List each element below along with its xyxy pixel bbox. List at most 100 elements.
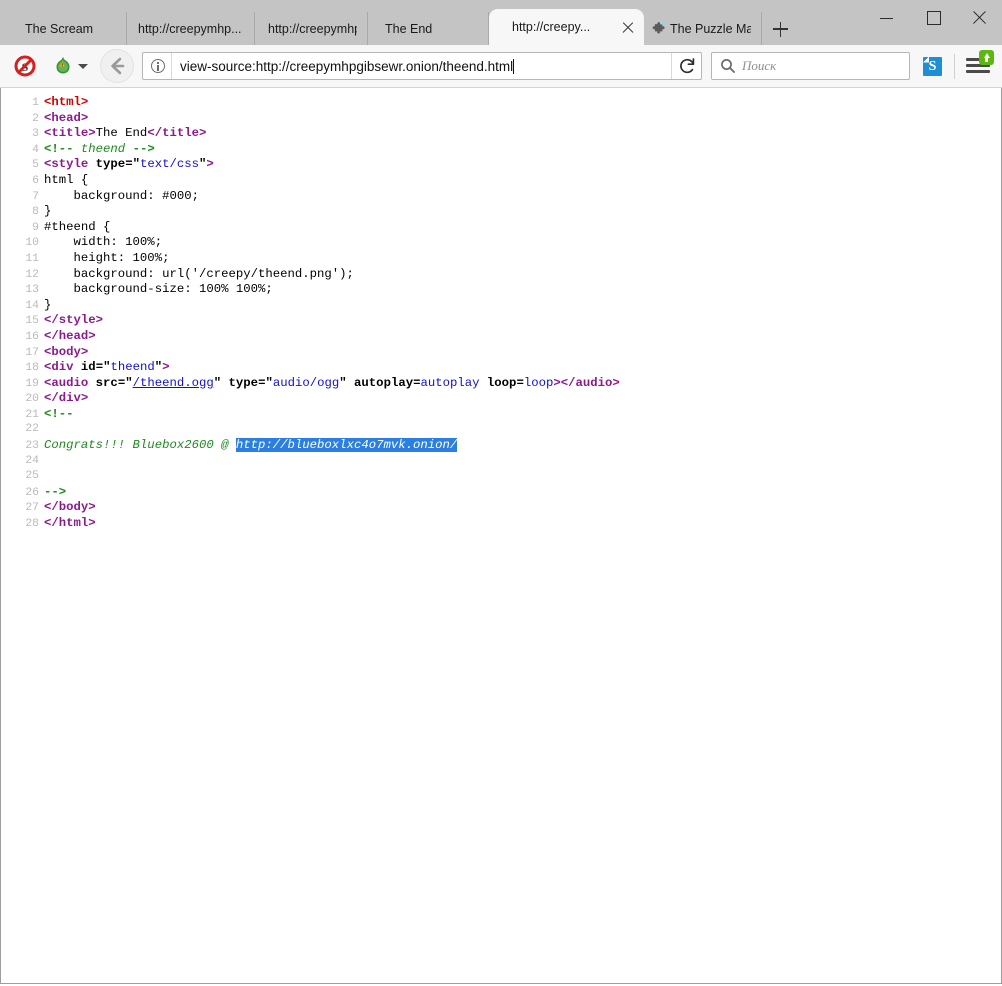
search-bar[interactable]: Поиск (711, 52, 910, 80)
code-token: =" (125, 157, 140, 171)
line-number: 25 (1, 469, 44, 485)
source-link[interactable]: /theend.ogg (133, 376, 214, 390)
source-line: 22 (1, 422, 1001, 438)
source-line: 24 (1, 454, 1001, 470)
line-code: #theend { (44, 220, 1001, 236)
tab-the-end[interactable]: The End (368, 12, 489, 45)
line-number: 9 (1, 221, 44, 237)
code-token: </audio> (561, 376, 620, 390)
line-code: <!-- (44, 407, 1001, 423)
line-code: </html> (44, 516, 1001, 532)
puzzle-piece-icon (650, 21, 665, 36)
line-code: <html> (44, 95, 1001, 111)
source-line: 4<!-- theend --> (1, 142, 1001, 158)
code-token: > (162, 360, 169, 374)
scribefire-extension-icon[interactable]: S (923, 57, 942, 76)
source-line: 17<body> (1, 345, 1001, 361)
tab-label: http://creepymhp... (138, 22, 242, 36)
code-token: The End (96, 126, 148, 140)
close-icon[interactable] (618, 17, 638, 37)
code-token: height: 100%; (44, 251, 169, 265)
line-code: html { (44, 173, 1001, 189)
source-line: 10 width: 100%; (1, 235, 1001, 251)
code-token: <!-- (44, 142, 74, 156)
line-number: 20 (1, 392, 44, 408)
tor-onion-icon[interactable] (51, 54, 75, 78)
code-token: </title> (147, 126, 206, 140)
view-source-content[interactable]: 1<html>2<head>3<title>The End</title>4<!… (0, 88, 1002, 984)
hamburger-menu-icon[interactable] (963, 51, 993, 81)
source-line: 26--> (1, 485, 1001, 501)
page-info-icon[interactable] (145, 53, 171, 79)
address-bar[interactable]: view-source:http://creepymhpgibsewr.onio… (142, 52, 702, 80)
line-code: </body> (44, 500, 1001, 516)
address-input[interactable]: view-source:http://creepymhpgibsewr.onio… (172, 59, 671, 74)
line-number: 14 (1, 299, 44, 315)
line-number: 10 (1, 236, 44, 252)
line-number: 27 (1, 501, 44, 517)
line-code: height: 100%; (44, 251, 1001, 267)
source-line: 5<style type="text/css"> (1, 157, 1001, 173)
address-value: view-source:http://creepymhpgibsewr.onio… (180, 59, 513, 74)
tab-strip: The Scream http://creepymhp... http://cr… (0, 0, 1002, 45)
minimize-icon[interactable] (864, 0, 910, 35)
maximize-icon[interactable] (910, 0, 956, 35)
line-code: background-size: 100% 100%; (44, 282, 1001, 298)
new-tab-button[interactable] (762, 12, 798, 45)
tab-the-puzzle-master[interactable]: The Puzzle Ma... (644, 12, 762, 45)
update-available-badge (979, 50, 994, 65)
source-line: 20</div> (1, 391, 1001, 407)
line-code: } (44, 204, 1001, 220)
source-code-listing: 1<html>2<head>3<title>The End</title>4<!… (1, 95, 1001, 532)
code-token: </div> (44, 391, 88, 405)
line-number: 19 (1, 377, 44, 393)
line-code: <div id="theend"> (44, 360, 1001, 376)
tab-creepy-2[interactable]: http://creepymhp... (255, 12, 368, 45)
code-token: =" (258, 376, 273, 390)
code-token: <!-- (44, 407, 74, 421)
line-code: background: #000; (44, 189, 1001, 205)
line-code: --> (44, 485, 1001, 501)
code-token: } (44, 298, 51, 312)
code-token: </html> (44, 516, 96, 530)
line-number: 5 (1, 158, 44, 174)
tab-active-creepy[interactable]: http://creepy... (489, 9, 644, 45)
line-number: 4 (1, 143, 44, 159)
code-token: </head> (44, 329, 96, 343)
line-code: <audio src="/theend.ogg" type="audio/ogg… (44, 376, 1001, 392)
chevron-down-icon[interactable] (78, 61, 88, 71)
source-line: 18<div id="theend"> (1, 360, 1001, 376)
noscript-icon[interactable]: S (13, 54, 37, 78)
source-line: 9#theend { (1, 220, 1001, 236)
code-token (88, 157, 95, 171)
selected-url-text[interactable]: http://blueboxlxc4o7mvk.onion/ (236, 438, 457, 452)
code-token (347, 376, 354, 390)
source-line: 1<html> (1, 95, 1001, 111)
back-button[interactable] (100, 49, 134, 83)
code-token: " (339, 376, 346, 390)
code-token: background: url('/creepy/theend.png'); (44, 267, 354, 281)
line-number: 1 (1, 96, 44, 112)
window-close-icon[interactable] (956, 0, 1002, 35)
code-token: loop (487, 376, 517, 390)
code-token: } (44, 204, 51, 218)
code-token: type (229, 376, 259, 390)
code-token: <title> (44, 126, 96, 140)
code-token: loop (524, 376, 554, 390)
code-token: #theend { (44, 220, 110, 234)
reload-icon[interactable] (671, 53, 701, 79)
tab-the-scream[interactable]: The Scream (0, 12, 127, 45)
line-number: 28 (1, 517, 44, 533)
code-token: > (553, 376, 560, 390)
tab-creepy-1[interactable]: http://creepymhp... (127, 12, 255, 45)
code-token: width: 100%; (44, 235, 162, 249)
window-controls (864, 0, 1002, 35)
source-line: 8} (1, 204, 1001, 220)
line-number: 24 (1, 454, 44, 470)
s-icon-label: S (923, 57, 942, 76)
line-code: <body> (44, 345, 1001, 361)
line-code: <title>The End</title> (44, 126, 1001, 142)
line-number: 15 (1, 314, 44, 330)
line-number: 2 (1, 112, 44, 128)
search-input[interactable]: Поиск (739, 58, 776, 74)
